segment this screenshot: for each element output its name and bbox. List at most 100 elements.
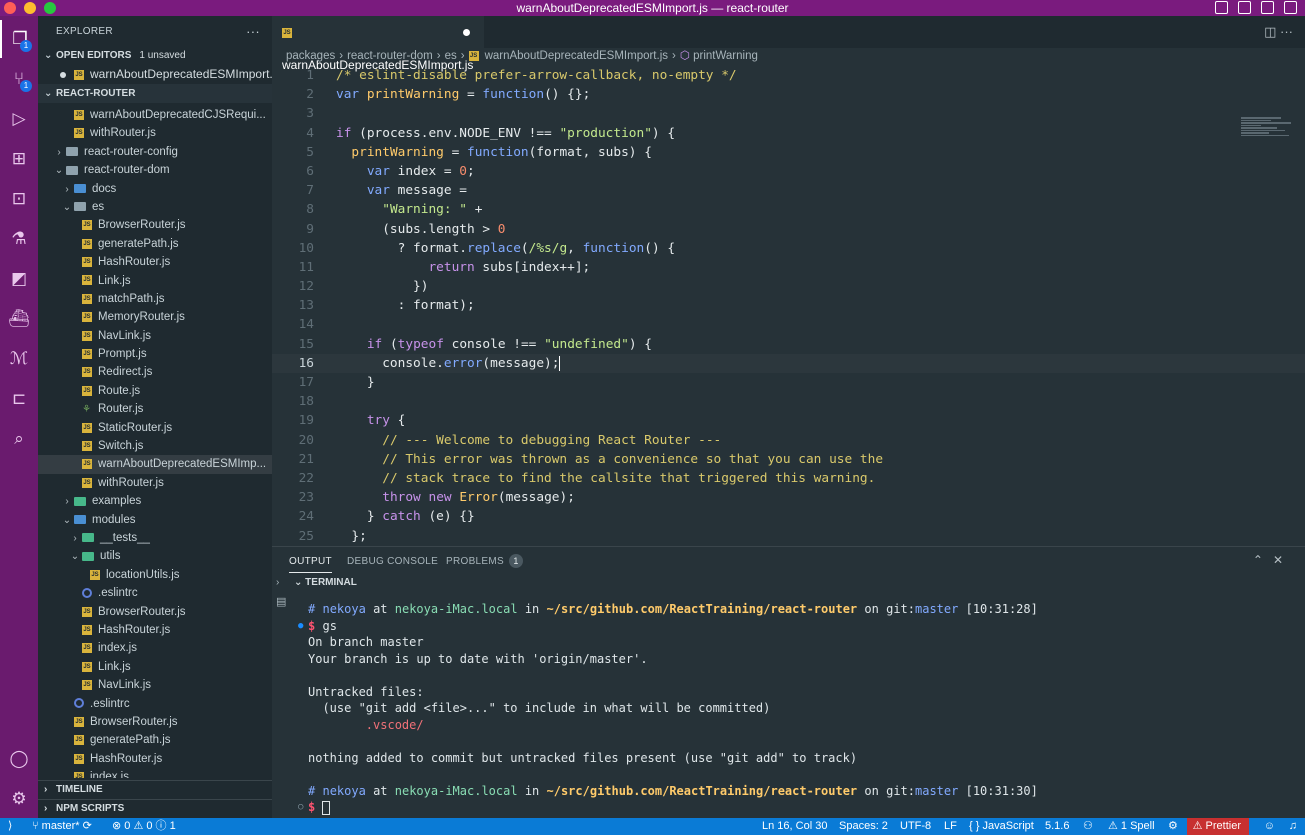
account-icon[interactable]: ◯ [0,740,38,778]
npm-scripts-section[interactable]: › NPM SCRIPTS [38,799,272,817]
prettier-status[interactable]: ⚠ Prettier [1186,818,1249,835]
branch-indicator[interactable]: ⑂ master* ⟳ [32,818,92,835]
toggle-secondary-sidebar-icon[interactable] [1261,1,1274,14]
tree-item[interactable]: JS NavLink.js [38,676,272,694]
tree-item[interactable]: JS Switch.js [38,437,272,455]
run-debug-icon[interactable]: ▷ [0,100,38,138]
docker-icon[interactable]: ⛴ [0,300,38,338]
structure-icon[interactable]: ⊏ [0,380,38,418]
mongodb-icon[interactable]: ℳ [0,340,38,378]
tree-item[interactable]: JS warnAboutDeprecatedCJSRequi... [38,106,272,124]
tree-item[interactable]: JS BrowserRouter.js [38,216,272,234]
cursor-position[interactable]: Ln 16, Col 30 [762,818,827,835]
tree-item[interactable]: › docs [38,180,272,198]
tree-item[interactable]: JS warnAboutDeprecatedESMImp... [38,455,272,474]
chevron-down-icon: ⌄ [62,201,72,213]
extensions-icon[interactable]: ⊞ [0,140,38,178]
tree-item[interactable]: JS matchPath.js [38,290,272,308]
tree-item[interactable]: JS withRouter.js [38,474,272,492]
tree-item[interactable]: JS Link.js [38,658,272,676]
remote-icon[interactable]: ⟩ [8,818,12,835]
split-editor-icon[interactable]: ◫ ··· [1264,16,1293,48]
tree-item[interactable]: JS BrowserRouter.js [38,603,272,621]
tree-item[interactable]: ⚘ Router.js [38,400,272,418]
settings-gear-icon[interactable]: ⚙ [0,780,38,818]
timeline-section[interactable]: › TIMELINE [38,780,272,798]
minimize-window-button[interactable] [24,2,36,14]
tree-item[interactable]: › examples [38,492,272,510]
maximize-window-button[interactable] [44,2,56,14]
explorer-icon[interactable]: ❐ 1 [0,20,38,58]
tree-item[interactable]: JS BrowserRouter.js [38,713,272,731]
explorer-sidebar: EXPLORER ··· ⌄ OPEN EDITORS 1 unsaved JS wa… [38,16,272,818]
tree-item[interactable]: JS Redirect.js [38,363,272,381]
tree-item[interactable]: ⌄ react-router-dom [38,161,272,179]
tree-item[interactable]: › __tests__ [38,529,272,547]
tree-item[interactable]: JS generatePath.js [38,235,272,253]
testing-icon[interactable]: ⚗ [0,220,38,258]
tree-item[interactable]: .eslintrc [38,695,272,713]
tree-item[interactable]: JS index.js [38,639,272,657]
tree-item[interactable]: JS HashRouter.js [38,253,272,271]
notifications-bell-icon[interactable]: ♫ [1289,818,1297,835]
tree-item[interactable]: JS withRouter.js [38,124,272,142]
remote-explorer-icon[interactable]: ⊡ [0,180,38,218]
tree-item[interactable]: JS StaticRouter.js [38,419,272,437]
customize-layout-icon[interactable] [1284,1,1297,14]
tree-item[interactable]: JS locationUtils.js [38,566,272,584]
toggle-panel-icon[interactable] [1238,1,1251,14]
tree-item[interactable]: JS Route.js [38,382,272,400]
terraform-icon[interactable]: ◩ [0,260,38,298]
settings-sync-icon[interactable]: ⚙ [1168,818,1178,835]
end-of-line[interactable]: LF [944,818,957,835]
indentation[interactable]: Spaces: 2 [839,818,888,835]
breadcrumb-item[interactable]: warnAboutDeprecatedESMImport.js [485,50,668,62]
chevron-right-icon[interactable]: › [276,577,279,588]
terminal-section-header[interactable]: ⌄ TERMINAL [294,577,357,588]
panel-actions[interactable]: ⌃✕ [1253,553,1293,567]
unsaved-dot-icon[interactable] [463,29,470,36]
tree-item[interactable]: JS MemoryRouter.js [38,308,272,326]
terminal-label: TERMINAL [305,577,357,588]
tree-item[interactable]: ⌄ es [38,198,272,216]
line-number: 6 [306,163,314,179]
tree-item-label: Switch.js [98,440,144,453]
terminal[interactable]: # nekoya at nekoya-iMac.local in ~/src/g… [298,601,1298,816]
editor-tab-active[interactable]: JSwarnAboutDeprecatedESMImport.js [272,16,484,72]
source-control-icon[interactable]: ⑂ 1 [0,60,38,98]
maximize-panel-icon[interactable]: ⌃ [1253,553,1273,567]
tree-item[interactable]: › react-router-config [38,143,272,161]
tree-item[interactable]: JS generatePath.js [38,731,272,749]
tree-item[interactable]: JS NavLink.js [38,327,272,345]
open-editor-item[interactable]: JS warnAboutDeprecatedESMImport... [38,65,272,84]
tree-item[interactable]: JS index.js [38,768,272,778]
tab-debug-console[interactable]: DEBUG CONSOLE [347,547,438,577]
minimap[interactable] [1241,116,1305,146]
tree-item[interactable]: JS HashRouter.js [38,621,272,639]
code-editor[interactable]: 1/* eslint-disable prefer-arrow-callback… [272,66,1305,546]
tree-item[interactable]: JS Prompt.js [38,345,272,363]
open-editors-section[interactable]: ⌄ OPEN EDITORS 1 unsaved [38,46,272,65]
typescript-version[interactable]: 5.1.6 [1045,818,1069,835]
tab-problems[interactable]: PROBLEMS 1 [446,547,523,577]
problems-indicator[interactable]: ⊗ 0 ⚠ 0 ⓘ 1 [112,818,176,835]
tree-item[interactable]: JS HashRouter.js [38,750,272,768]
tree-item[interactable]: JS Link.js [38,272,272,290]
spell-checker[interactable]: ⚠ 1 Spell [1108,818,1155,835]
close-panel-icon[interactable]: ✕ [1273,553,1293,567]
language-mode[interactable]: { } JavaScript [969,818,1034,835]
more-actions-icon[interactable]: ··· [246,16,260,48]
tab-output[interactable]: OUTPUT [289,547,332,573]
breadcrumb-item[interactable]: printWarning [693,50,758,62]
close-window-button[interactable] [4,2,16,14]
project-section[interactable]: ⌄ REACT-ROUTER [38,84,272,103]
terminal-list-icon[interactable]: ▤ [276,595,286,608]
tree-item[interactable]: .eslintrc [38,584,272,602]
feedback-icon[interactable]: ☺ [1264,818,1275,835]
tree-item[interactable]: ⌄ utils [38,547,272,565]
encoding[interactable]: UTF-8 [900,818,931,835]
tree-item[interactable]: ⌄ modules [38,511,272,529]
copilot-icon[interactable]: ⚇ [1083,818,1093,835]
search-icon[interactable]: ⌕ [0,420,38,458]
toggle-sidebar-icon[interactable] [1215,1,1228,14]
